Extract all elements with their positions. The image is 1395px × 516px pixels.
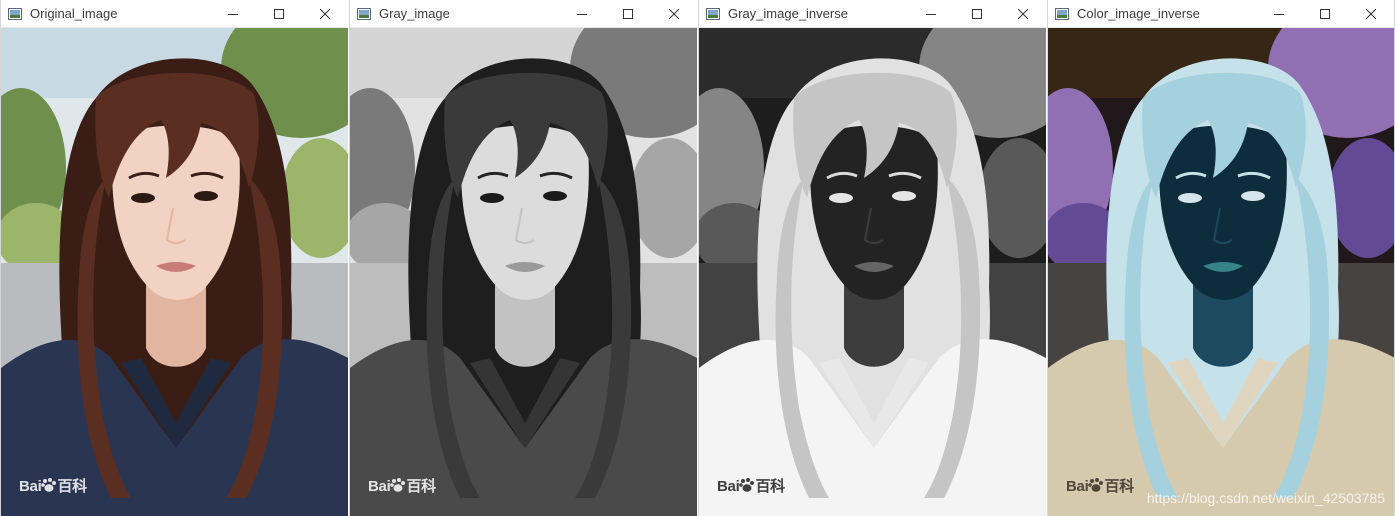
title-bar[interactable]: Gray_image [350,0,697,28]
close-icon [1366,8,1376,19]
image-canvas: Bai 百科 https://blog.csdn.net/weixin_42503… [1048,28,1394,516]
maximize-icon [623,8,633,19]
watermark-text-2: 百科 [57,478,87,495]
paw-icon [739,478,755,492]
url-watermark: https://blog.csdn.net/weixin_42503785 [1146,490,1385,506]
close-button[interactable] [651,0,697,28]
right-eye [892,191,916,201]
maximize-icon [972,8,982,19]
app-window-icon [706,7,720,20]
maximize-button[interactable] [605,0,651,28]
left-eye [829,193,853,203]
watermark-text-2: 百科 [1104,478,1134,495]
right-eye [543,191,567,201]
close-icon [320,8,330,19]
paw-icon [41,478,57,492]
baidu-watermark: Bai 百科 [717,475,785,496]
baidu-watermark: Bai 百科 [1066,475,1134,496]
window-title: Gray_image_inverse [728,6,848,21]
maximize-button[interactable] [256,0,302,28]
minimize-icon [926,13,936,15]
portrait-image [1048,28,1394,516]
portrait-image [699,28,1046,516]
watermark-text: Bai [19,478,42,495]
left-eye [480,193,504,203]
close-button[interactable] [302,0,348,28]
close-button[interactable] [1348,0,1394,28]
maximize-button[interactable] [1302,0,1348,28]
close-icon [669,8,679,19]
image-canvas: Bai 百科 [1,28,348,516]
portrait-image [350,28,697,516]
maximize-button[interactable] [954,0,1000,28]
image-canvas: Bai 百科 [699,28,1046,516]
app-window-icon [8,7,22,20]
watermark-text: Bai [368,478,391,495]
maximize-icon [1320,8,1330,19]
window-gray-image-inverse[interactable]: Gray_image_inverse Bai 百科 [698,0,1046,516]
right-eye [194,191,218,201]
watermark-text: Bai [1066,478,1089,495]
app-window-icon [357,7,371,20]
window-original-image[interactable]: Original_image Bai 百科 [0,0,348,516]
close-icon [1018,8,1028,19]
left-eye [1178,193,1202,203]
watermark-text-2: 百科 [755,478,785,495]
portrait-image [1,28,348,516]
title-bar[interactable]: Gray_image_inverse [699,0,1046,28]
window-color-image-inverse[interactable]: Color_image_inverse Bai 百科 https://blog.c… [1047,0,1395,516]
watermark-text: Bai [717,478,740,495]
title-bar[interactable]: Original_image [1,0,348,28]
baidu-watermark: Bai 百科 [19,475,87,496]
left-eye [131,193,155,203]
window-title: Original_image [30,6,118,21]
close-button[interactable] [1000,0,1046,28]
minimize-button[interactable] [1256,0,1302,28]
paw-icon [1088,478,1104,492]
right-eye [1241,191,1265,201]
maximize-icon [274,8,284,19]
minimize-button[interactable] [559,0,605,28]
window-gray-image[interactable]: Gray_image Bai 百科 [349,0,697,516]
window-title: Color_image_inverse [1077,6,1200,21]
minimize-icon [1274,13,1284,15]
minimize-button[interactable] [908,0,954,28]
image-canvas: Bai 百科 [350,28,697,516]
window-title: Gray_image [379,6,450,21]
minimize-button[interactable] [210,0,256,28]
app-window-icon [1055,7,1069,20]
minimize-icon [577,13,587,15]
minimize-icon [228,13,238,15]
watermark-text-2: 百科 [406,478,436,495]
paw-icon [390,478,406,492]
baidu-watermark: Bai 百科 [368,475,436,496]
title-bar[interactable]: Color_image_inverse [1048,0,1394,28]
desktop: Original_image Bai 百科 Gray_image Bai 百科 … [0,0,1395,516]
